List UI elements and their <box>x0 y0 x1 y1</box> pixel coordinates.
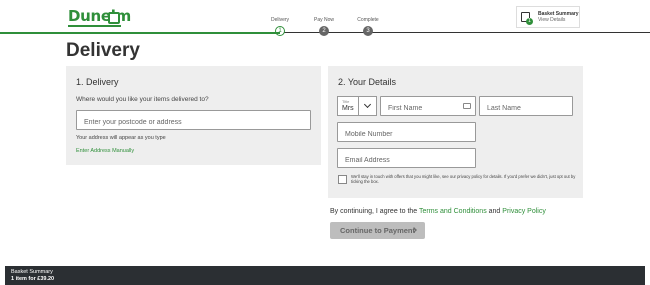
basket-summary-button[interactable]: 1 Basket Summary View Details <box>516 6 580 28</box>
last-name-input[interactable] <box>480 99 572 118</box>
step-label: Pay Now <box>313 17 334 23</box>
contact-card-icon <box>463 103 471 109</box>
step-pay-now: Pay Now <box>304 17 344 23</box>
step-2-indicator: 2 <box>319 26 329 36</box>
consent-text: We'll stay in touch with offers that you… <box>351 174 576 184</box>
delivery-question: Where would you like your items delivere… <box>76 96 209 103</box>
continue-label: Continue to Payment <box>340 226 416 235</box>
logo-underline <box>68 25 121 27</box>
marketing-opt-out-checkbox[interactable] <box>338 175 347 184</box>
step-1-indicator: 1 <box>275 26 285 36</box>
terms-and: and <box>486 208 503 215</box>
mobile-input[interactable] <box>338 125 475 144</box>
continue-to-payment-button[interactable]: Continue to Payment <box>330 222 425 239</box>
privacy-policy-link[interactable]: Privacy Policy <box>502 208 546 215</box>
terms-prefix: By continuing, I agree to the <box>330 208 419 215</box>
chevron-down-icon <box>358 97 377 115</box>
postcode-input[interactable] <box>77 113 310 132</box>
dunelm-logo[interactable]: Dunelm <box>68 7 131 25</box>
arrow-right-icon[interactable] <box>626 5 635 14</box>
enter-address-manually-link[interactable]: Enter Address Manually <box>76 148 134 154</box>
checkout-header: Dunelm Delivery 1 Pay Now 2 Complete 3 1… <box>0 0 650 36</box>
arrow-path <box>626 6 635 13</box>
address-hint: Your address will appear as you type <box>76 135 166 141</box>
postcode-field[interactable] <box>76 110 311 132</box>
first-name-field[interactable] <box>380 96 476 118</box>
page-title: Delivery <box>66 40 140 61</box>
view-details-link[interactable]: View Details <box>538 17 565 23</box>
basket-summary-bar[interactable]: Basket Summary 1 item for £39.20 <box>5 266 645 285</box>
delivery-section-title: 1. Delivery <box>76 77 119 87</box>
first-name-input[interactable] <box>381 99 475 118</box>
step-3-indicator: 3 <box>363 26 373 36</box>
logo-house-icon <box>108 12 120 24</box>
progress-line <box>0 32 280 34</box>
step-delivery: Delivery <box>260 17 300 23</box>
bottom-basket-title: Basket Summary <box>11 269 53 275</box>
step-label: Delivery <box>270 17 290 23</box>
bottom-basket-summary: 1 item for £39.20 <box>11 276 55 282</box>
mobile-field[interactable] <box>337 122 476 144</box>
details-section-title: 2. Your Details <box>338 77 397 87</box>
title-select[interactable]: Title Mrs <box>337 96 377 116</box>
email-field[interactable] <box>337 148 476 170</box>
last-name-field[interactable] <box>479 96 573 118</box>
title-field-label: Title <box>342 99 350 104</box>
step-complete: Complete <box>348 17 388 23</box>
email-input[interactable] <box>338 151 475 170</box>
title-value: Mrs <box>342 105 354 112</box>
terms-and-conditions-link[interactable]: Terms and Conditions <box>419 208 487 215</box>
terms-text: By continuing, I agree to the Terms and … <box>330 208 546 215</box>
step-label: Complete <box>357 17 379 23</box>
basket-count-badge: 1 <box>526 18 533 25</box>
